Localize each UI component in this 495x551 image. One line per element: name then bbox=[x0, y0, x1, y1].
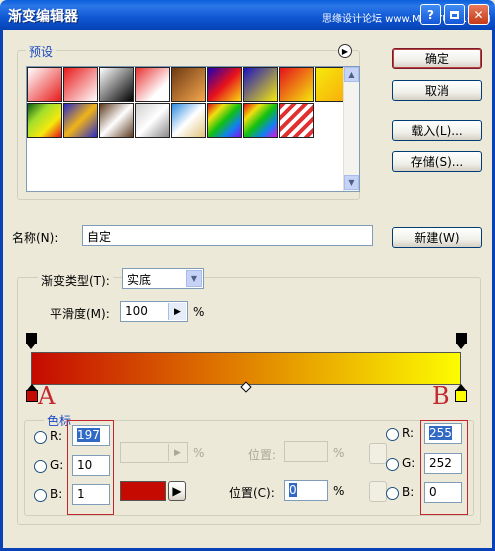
color-stop-left-icon[interactable] bbox=[26, 384, 38, 404]
preset-swatch[interactable] bbox=[135, 103, 170, 138]
preset-swatch[interactable] bbox=[279, 67, 314, 102]
r-label-b: R: bbox=[402, 426, 415, 440]
b-label-b: B: bbox=[402, 485, 415, 499]
r-value-b: 255 bbox=[429, 426, 452, 440]
preset-swatch[interactable] bbox=[135, 67, 170, 102]
b-label-a: B: bbox=[50, 487, 63, 501]
r-label-a: R: bbox=[50, 429, 63, 443]
radio-r-b[interactable] bbox=[386, 428, 399, 441]
smoothness-arrow-icon[interactable]: ▶ bbox=[168, 303, 186, 320]
smoothness-label: 平滑度(M): bbox=[50, 307, 110, 321]
annotation-b: B bbox=[432, 382, 450, 410]
gradient-type-value: 实底 bbox=[127, 273, 152, 287]
g-label-b: G: bbox=[402, 456, 416, 470]
cancel-button[interactable]: 取消 bbox=[392, 80, 482, 101]
preset-swatch[interactable] bbox=[99, 67, 134, 102]
opacity-position-label: 位置: bbox=[248, 448, 277, 462]
preset-swatch[interactable] bbox=[279, 103, 314, 138]
scroll-down-icon[interactable]: ▼ bbox=[344, 175, 359, 190]
b-input-b[interactable]: 0 bbox=[424, 482, 462, 503]
opacity-position-percent: % bbox=[333, 446, 345, 460]
g-label-a: G: bbox=[50, 458, 64, 472]
color-stop-right-icon[interactable] bbox=[455, 384, 467, 404]
opacity-stop-left-icon[interactable] bbox=[26, 333, 37, 349]
color-menu-arrow-icon[interactable]: ▶ bbox=[168, 481, 186, 501]
save-button[interactable]: 存储(S)... bbox=[392, 151, 482, 172]
scroll-up-icon[interactable]: ▲ bbox=[344, 67, 359, 82]
smoothness-value: 100 bbox=[125, 304, 148, 318]
maximize-button[interactable] bbox=[444, 4, 465, 25]
r-input-b[interactable]: 255 bbox=[424, 423, 462, 444]
gradient-type-select[interactable]: 实底 ▼ bbox=[122, 268, 204, 289]
preset-swatch[interactable] bbox=[171, 67, 206, 102]
load-button[interactable]: 载入(L)... bbox=[392, 120, 482, 141]
r-input-a[interactable]: 197 bbox=[72, 425, 110, 446]
r-value-a: 197 bbox=[77, 428, 100, 442]
preset-list[interactable]: ▲ ▼ bbox=[26, 66, 360, 192]
g-input-a[interactable]: 10 bbox=[72, 455, 110, 476]
title-bar: 渐变编辑器 思缘设计论坛 www.MISSYUAN.COM ? ✕ bbox=[0, 0, 495, 30]
radio-b-b[interactable] bbox=[386, 487, 399, 500]
gradient-type-label: 渐变类型(T): bbox=[38, 272, 113, 289]
position-value: 0 bbox=[289, 483, 297, 497]
annotation-a: A bbox=[38, 382, 56, 410]
ok-button[interactable]: 确定 bbox=[392, 48, 482, 69]
window-title: 渐变编辑器 bbox=[8, 9, 78, 25]
color-swatch[interactable] bbox=[120, 481, 166, 501]
opacity-input: ▶ bbox=[120, 442, 188, 463]
opacity-percent: % bbox=[193, 446, 205, 460]
help-button[interactable]: ? bbox=[420, 4, 441, 25]
chevron-down-icon[interactable]: ▼ bbox=[186, 270, 202, 287]
watermark: 思缘设计论坛 www.MISSYUAN.COM bbox=[322, 14, 491, 25]
close-button[interactable]: ✕ bbox=[468, 4, 489, 25]
preset-swatch[interactable] bbox=[99, 103, 134, 138]
position-percent: % bbox=[333, 484, 345, 498]
preset-menu-arrow-icon[interactable]: ▶ bbox=[338, 44, 352, 58]
name-input[interactable]: 自定 bbox=[82, 225, 373, 246]
radio-b-a[interactable] bbox=[34, 489, 47, 502]
preset-swatch[interactable] bbox=[207, 67, 242, 102]
opacity-stop-right-icon[interactable] bbox=[456, 333, 467, 349]
preset-scrollbar[interactable]: ▲ ▼ bbox=[343, 67, 359, 191]
smoothness-percent: % bbox=[193, 305, 205, 319]
preset-swatch[interactable] bbox=[63, 103, 98, 138]
preset-swatch[interactable] bbox=[243, 67, 278, 102]
position-label: 位置(C): bbox=[229, 486, 275, 500]
opacity-delete-button bbox=[369, 443, 387, 464]
opacity-arrow-icon: ▶ bbox=[168, 444, 186, 461]
preset-swatch[interactable] bbox=[207, 103, 242, 138]
preset-swatch[interactable] bbox=[63, 67, 98, 102]
color-delete-button bbox=[369, 481, 387, 502]
new-button[interactable]: 新建(W) bbox=[392, 227, 482, 248]
radio-g-a[interactable] bbox=[34, 460, 47, 473]
b-input-a[interactable]: 1 bbox=[72, 484, 110, 505]
radio-g-b[interactable] bbox=[386, 458, 399, 471]
preset-swatch[interactable] bbox=[243, 103, 278, 138]
presets-legend: 预设 bbox=[26, 43, 57, 60]
preset-swatch[interactable] bbox=[27, 103, 62, 138]
smoothness-input[interactable]: 100 ▶ bbox=[120, 301, 188, 322]
name-label: 名称(N): bbox=[12, 231, 59, 245]
g-input-b[interactable]: 252 bbox=[424, 453, 462, 474]
gradient-preview-bar[interactable] bbox=[31, 352, 461, 385]
position-input[interactable]: 0 bbox=[284, 480, 328, 501]
preset-swatch[interactable] bbox=[27, 67, 62, 102]
preset-swatch[interactable] bbox=[171, 103, 206, 138]
opacity-position-input bbox=[284, 441, 328, 462]
radio-r-a[interactable] bbox=[34, 431, 47, 444]
